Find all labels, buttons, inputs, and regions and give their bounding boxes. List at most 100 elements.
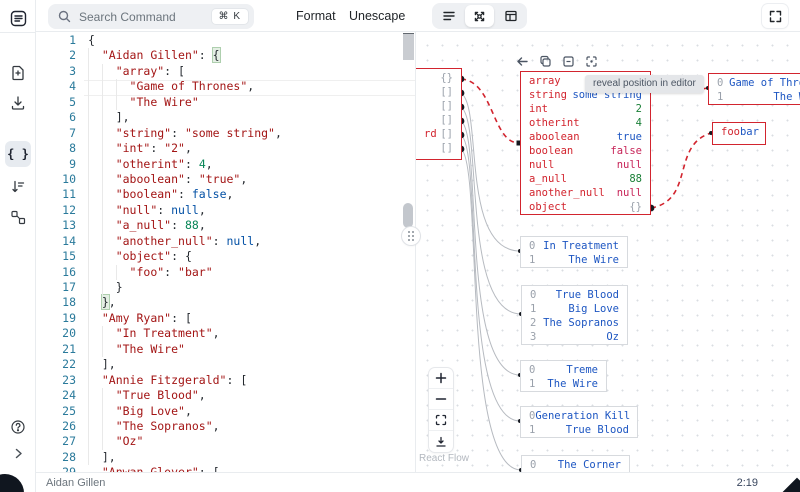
editor-line: 1{ bbox=[36, 33, 416, 48]
node-row[interactable]: int 2 bbox=[521, 102, 650, 116]
line-number: 18 bbox=[62, 295, 76, 310]
editor-line: 12 "null": null, bbox=[36, 203, 416, 218]
line-number: 13 bbox=[62, 218, 76, 233]
fullscreen-button[interactable] bbox=[762, 4, 788, 28]
node-toolbar bbox=[515, 54, 598, 68]
line-number: 14 bbox=[62, 233, 76, 248]
node-row[interactable]: 1The Wire bbox=[521, 377, 606, 391]
line-number: 26 bbox=[62, 419, 76, 433]
fit-view-button[interactable] bbox=[429, 410, 453, 431]
help-button[interactable] bbox=[5, 414, 31, 440]
node-row[interactable]: 0 True Blood bbox=[522, 288, 627, 302]
node-row[interactable]: [] bbox=[416, 99, 461, 113]
node-row[interactable]: null null bbox=[521, 158, 650, 172]
node-row[interactable]: another_null null bbox=[521, 186, 650, 200]
unescape-button[interactable]: Unescape bbox=[349, 0, 405, 32]
editor-line: 8 "int": "2", bbox=[36, 141, 416, 156]
line-number: 5 bbox=[69, 94, 76, 109]
node-row[interactable]: otherint 4 bbox=[521, 116, 650, 130]
linked-nodes-button[interactable] bbox=[5, 204, 31, 230]
editor-line: 15 "object": { bbox=[36, 249, 416, 264]
editor-line: 25 "Big Love", bbox=[36, 404, 416, 419]
download-image-button[interactable] bbox=[429, 431, 453, 452]
line-number: 16 bbox=[62, 264, 76, 279]
line-number: 9 bbox=[69, 156, 76, 171]
node-row[interactable]: 0Game of Thrones bbox=[709, 76, 800, 90]
search-input[interactable]: Search Command ⌘ K bbox=[48, 4, 254, 29]
aidan-array-node[interactable]: 0Game of Thrones1The Wire bbox=[708, 73, 800, 105]
status-bar: Aidan Gillen 2:19 bbox=[36, 472, 800, 492]
focus-icon[interactable] bbox=[584, 54, 598, 68]
graph-canvas[interactable]: {}[][][]rd[][]array[]stringsome stringin… bbox=[416, 32, 800, 472]
node-row[interactable]: 0 Generation Kill bbox=[521, 409, 637, 423]
collapse-icon[interactable] bbox=[561, 54, 575, 68]
node-row[interactable]: 1 True Blood bbox=[521, 423, 637, 437]
node-row[interactable]: [] bbox=[416, 85, 461, 99]
node-row[interactable]: 0 In Treatment bbox=[521, 239, 627, 253]
line-number: 3 bbox=[69, 63, 76, 78]
editor-scrollbar[interactable] bbox=[403, 34, 414, 60]
editor-line: 18 }, bbox=[36, 295, 416, 310]
node-row[interactable]: {} bbox=[416, 71, 461, 85]
format-button[interactable]: Format bbox=[296, 0, 336, 32]
node-row[interactable]: 1 Big Love bbox=[522, 302, 627, 316]
node-row[interactable]: 0 Treme bbox=[521, 363, 606, 377]
list-view-button[interactable] bbox=[434, 5, 463, 27]
zoom-out-button[interactable] bbox=[429, 389, 453, 410]
root-node[interactable]: {}[][][] rd[][] bbox=[416, 68, 462, 160]
editor-line: 6 ], bbox=[36, 110, 416, 125]
annie-fitzgerald-node[interactable]: 0 True Blood 1 Big Love 2 The Sopranos 3 Oz bbox=[521, 285, 628, 345]
node-row[interactable]: [] bbox=[416, 141, 461, 155]
node-row[interactable]: a_null 88 bbox=[521, 172, 650, 186]
node-row[interactable]: 1The Wire bbox=[521, 253, 627, 267]
panel-divider bbox=[415, 32, 416, 472]
json-view-button[interactable]: { } bbox=[5, 141, 31, 167]
node-row[interactable]: rd[] bbox=[416, 127, 461, 141]
code-editor[interactable]: 1{2 "Aidan Gillen": {3 "array": [4 "Game… bbox=[36, 32, 416, 472]
filter-button[interactable] bbox=[5, 174, 31, 200]
copy-icon[interactable] bbox=[538, 54, 552, 68]
node-row[interactable]: object{} bbox=[521, 200, 650, 214]
clarke-peters-node[interactable]: 0 The Corner bbox=[521, 455, 630, 472]
editor-line: 7 "string": "some string", bbox=[36, 126, 416, 141]
splitter-handle[interactable] bbox=[403, 203, 413, 228]
node-row[interactable]: boolean false bbox=[521, 144, 650, 158]
json-editor-app: { } Search Command ⌘ K Format Unescape 1… bbox=[0, 0, 800, 492]
splitter-grip[interactable] bbox=[402, 227, 420, 245]
node-row[interactable]: 3 Oz bbox=[522, 330, 627, 344]
editor-line: 3 "array": [ bbox=[36, 64, 416, 79]
graph-view-button[interactable] bbox=[465, 5, 494, 27]
node-row[interactable]: 0 The Corner bbox=[522, 458, 629, 472]
editor-line: 20 "In Treatment", bbox=[36, 326, 416, 341]
line-number: 8 bbox=[69, 141, 76, 156]
zoom-in-button[interactable] bbox=[429, 368, 453, 389]
node-row[interactable]: aboolean true bbox=[521, 130, 650, 144]
zoom-controls bbox=[429, 368, 453, 452]
view-toggle bbox=[432, 3, 527, 29]
alexander-skarsgard-node[interactable]: 0 Generation Kill 1 True Blood bbox=[520, 406, 638, 438]
editor-line: 28 ], bbox=[36, 450, 416, 465]
back-arrow-icon[interactable] bbox=[515, 54, 529, 68]
app-logo bbox=[5, 5, 31, 31]
table-view-button[interactable] bbox=[496, 5, 525, 27]
editor-line: 19 "Amy Ryan": [ bbox=[36, 311, 416, 326]
search-icon bbox=[58, 10, 71, 23]
cursor-position: 2:19 bbox=[736, 476, 758, 489]
editor-line: 24 "True Blood", bbox=[36, 388, 416, 403]
new-file-button[interactable] bbox=[5, 60, 31, 86]
node-row[interactable]: foo bar bbox=[713, 125, 765, 139]
anwan-glover-node[interactable]: 0 Treme 1 The Wire bbox=[520, 360, 607, 392]
line-number: 22 bbox=[62, 357, 76, 372]
line-number: 25 bbox=[62, 403, 76, 418]
foo-node[interactable]: foo bar bbox=[712, 122, 766, 145]
collapse-sidebar-button[interactable] bbox=[5, 440, 31, 466]
editor-line: 22 ], bbox=[36, 357, 416, 372]
node-row[interactable]: [] bbox=[416, 113, 461, 127]
editor-line: 26 "The Sopranos", bbox=[36, 419, 416, 434]
download-button[interactable] bbox=[5, 90, 31, 116]
line-number: 28 bbox=[62, 449, 76, 464]
editor-line: 13 "a_null": 88, bbox=[36, 218, 416, 233]
node-row[interactable]: 1The Wire bbox=[709, 90, 800, 104]
node-row[interactable]: 2 The Sopranos bbox=[522, 316, 627, 330]
amy-ryan-node[interactable]: 0 In Treatment 1 The Wire bbox=[520, 236, 628, 268]
